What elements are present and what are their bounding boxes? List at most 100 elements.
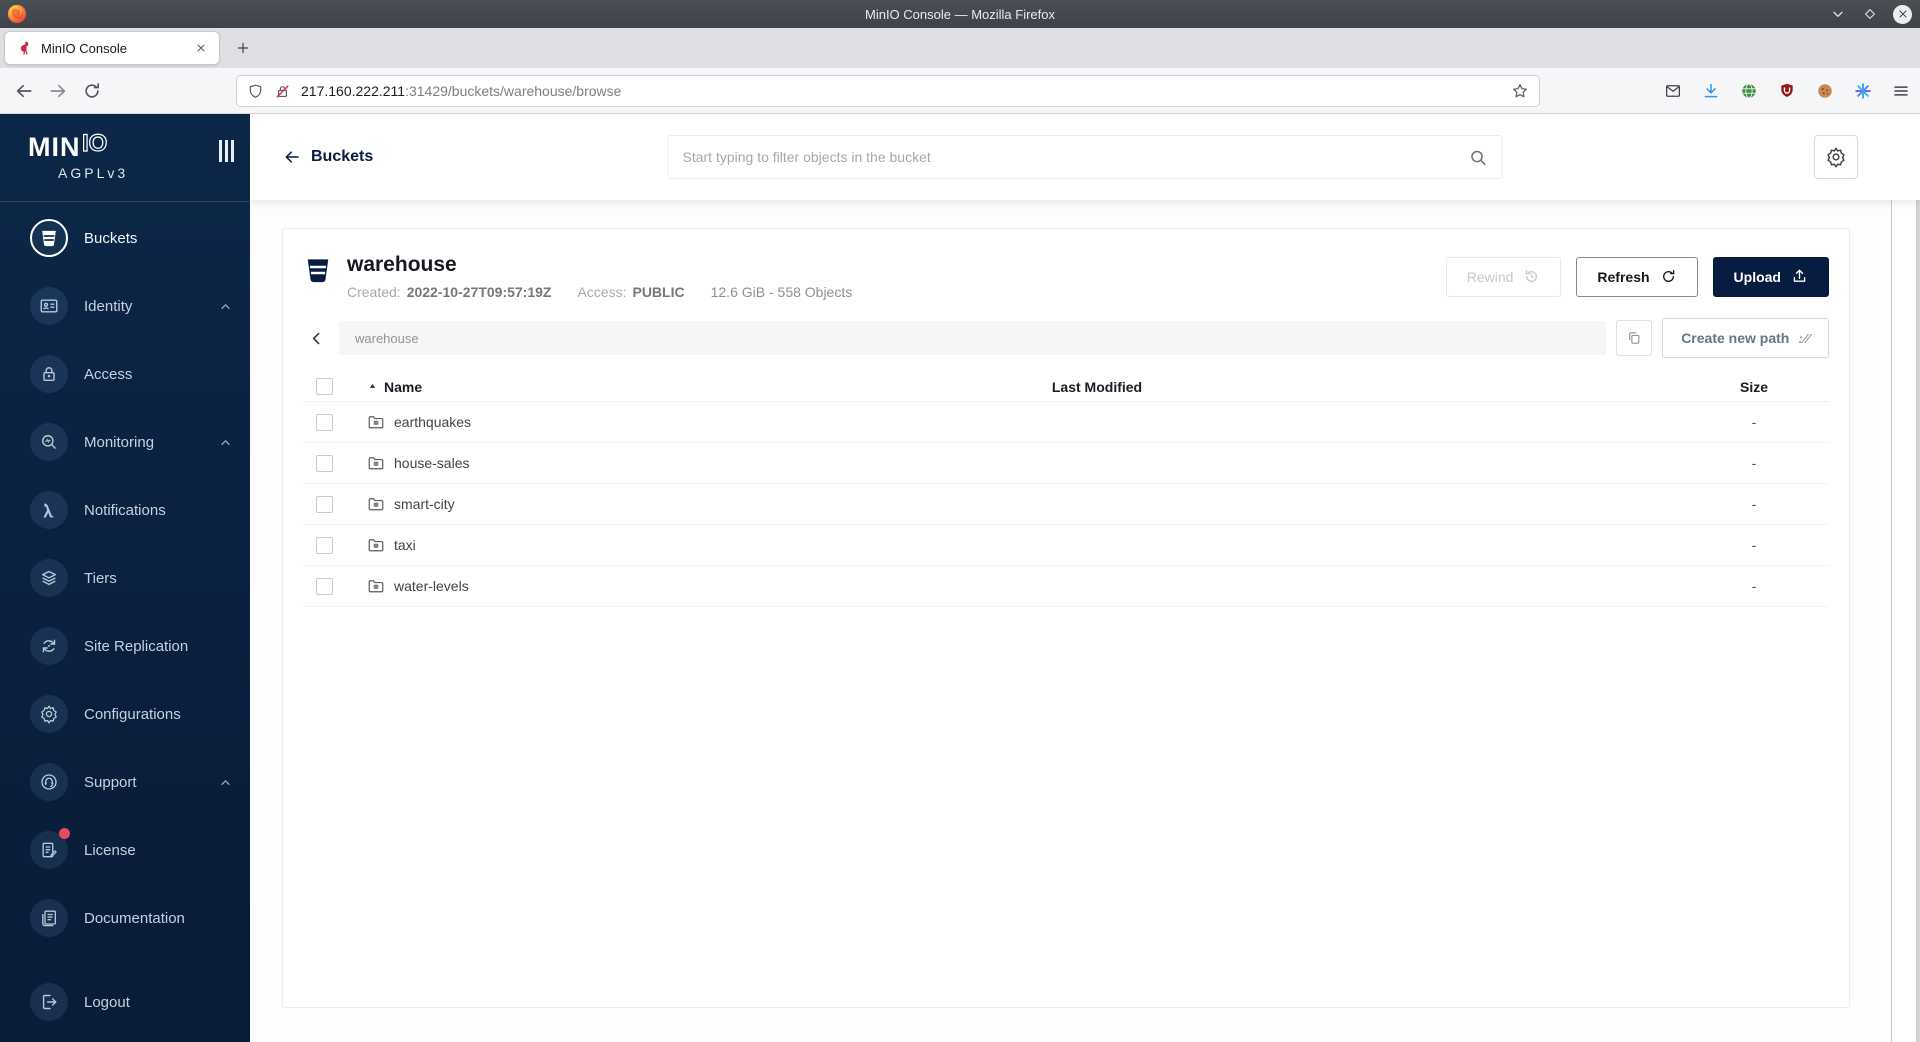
- chevron-up-icon[interactable]: [219, 436, 232, 449]
- sidebar-item-label: Notifications: [84, 501, 166, 519]
- sidebar-item-access[interactable]: Access: [0, 340, 250, 408]
- object-name[interactable]: house-sales: [394, 455, 470, 471]
- create-new-path-button[interactable]: Create new path :∕∕: [1662, 318, 1829, 359]
- new-tab-button[interactable]: [228, 33, 258, 63]
- object-size: -: [1751, 455, 1757, 472]
- path-slash-icon: :∕∕: [1798, 330, 1810, 346]
- select-all-checkbox[interactable]: [316, 378, 333, 396]
- browser-window: MinIO Console — Mozilla Firefox MinIO Co…: [0, 0, 1920, 1042]
- current-path[interactable]: warehouse: [339, 321, 1607, 356]
- sidebar-item-buckets[interactable]: Buckets: [0, 204, 250, 272]
- sidebar-item-label: Documentation: [84, 909, 185, 927]
- reload-button[interactable]: [82, 81, 102, 101]
- bucket-icon: [30, 219, 68, 257]
- downloads-icon[interactable]: [1702, 82, 1720, 100]
- sidebar-item-identity[interactable]: Identity: [0, 272, 250, 340]
- sort-ascending-icon: [367, 381, 378, 392]
- copy-icon: [1626, 330, 1642, 346]
- cookie-extension-icon[interactable]: [1816, 82, 1834, 100]
- filter-search-input[interactable]: [682, 149, 1469, 165]
- svg-text:IO: IO: [82, 130, 107, 156]
- page-header: Buckets: [250, 114, 1920, 200]
- lock-icon: [30, 355, 68, 393]
- table-row[interactable]: taxi -: [303, 525, 1829, 567]
- back-button[interactable]: [14, 81, 34, 101]
- sidebar-item-tiers[interactable]: Tiers: [0, 544, 250, 612]
- row-checkbox[interactable]: [316, 495, 333, 513]
- rewind-label: Rewind: [1466, 268, 1514, 285]
- back-to-buckets[interactable]: Buckets: [283, 114, 373, 200]
- sidebar-item-configurations[interactable]: Configurations: [0, 680, 250, 748]
- refresh-label: Refresh: [1597, 268, 1650, 285]
- chevron-up-icon[interactable]: [219, 300, 232, 313]
- chevron-up-icon[interactable]: [219, 776, 232, 789]
- sidebar-item-support[interactable]: Support: [0, 748, 250, 816]
- object-name[interactable]: earthquakes: [394, 414, 471, 430]
- sidebar-menu: Buckets Identity Access Monitoring Notif…: [0, 202, 250, 1036]
- sidebar-item-label: License: [84, 841, 136, 859]
- access-value: PUBLIC: [632, 284, 685, 301]
- content-area: warehouse Created: 2022-10-27T09:57:19Z A…: [250, 200, 1920, 1042]
- sidebar-item-license[interactable]: License: [0, 816, 250, 884]
- row-checkbox[interactable]: [316, 536, 333, 554]
- menu-hamburger-icon[interactable]: [1892, 82, 1910, 100]
- bucket-settings-button[interactable]: [1814, 135, 1858, 179]
- bookmark-star-icon[interactable]: [1511, 82, 1529, 100]
- navigation-toolbar: 217.160.222.211:31429/buckets/warehouse/…: [0, 68, 1920, 114]
- tab-minio-console[interactable]: MinIO Console: [4, 31, 220, 65]
- sidebar-item-documentation[interactable]: Documentation: [0, 884, 250, 952]
- rewind-button[interactable]: Rewind: [1445, 256, 1562, 297]
- sidebar-item-logout[interactable]: Logout: [0, 968, 250, 1036]
- path-back-button[interactable]: [303, 320, 329, 356]
- tab-close-icon[interactable]: [191, 38, 211, 58]
- minimize-button[interactable]: [1829, 5, 1847, 23]
- row-checkbox[interactable]: [316, 413, 333, 431]
- starburst-extension-icon[interactable]: [1854, 82, 1872, 100]
- tray-extension-icon[interactable]: [1664, 82, 1682, 100]
- upload-icon: [1791, 268, 1808, 285]
- globe-extension-icon[interactable]: [1740, 82, 1758, 100]
- table-row[interactable]: earthquakes -: [303, 402, 1829, 444]
- folder-icon: [367, 577, 385, 595]
- close-button[interactable]: [1893, 4, 1912, 24]
- url-bar[interactable]: 217.160.222.211:31429/buckets/warehouse/…: [236, 75, 1540, 107]
- ublock-extension-icon[interactable]: [1778, 82, 1796, 100]
- object-name[interactable]: water-levels: [394, 578, 469, 594]
- path-bar: warehouse Create new path :∕∕: [303, 318, 1829, 359]
- license-alert-badge: [59, 828, 70, 839]
- object-size: -: [1751, 578, 1757, 595]
- tab-strip: MinIO Console: [0, 28, 1920, 68]
- insecure-lock-icon[interactable]: [274, 83, 291, 100]
- created-value: 2022-10-27T09:57:19Z: [406, 284, 552, 301]
- refresh-button[interactable]: Refresh: [1576, 256, 1698, 297]
- upload-label: Upload: [1733, 268, 1781, 285]
- vertical-scrollbar[interactable]: [1891, 114, 1917, 1042]
- sidebar-item-label: Configurations: [84, 705, 181, 723]
- row-checkbox[interactable]: [316, 454, 333, 472]
- tracking-protection-shield-icon[interactable]: [247, 83, 264, 100]
- folder-icon: [367, 495, 385, 513]
- search-icon: [1469, 148, 1488, 167]
- url-path: :31429/buckets/warehouse/browse: [405, 83, 622, 99]
- gear-icon: [30, 695, 68, 733]
- maximize-button[interactable]: [1861, 5, 1879, 23]
- copy-path-button[interactable]: [1616, 320, 1653, 357]
- object-name[interactable]: taxi: [394, 537, 416, 553]
- table-row[interactable]: smart-city -: [303, 484, 1829, 526]
- table-row[interactable]: house-sales -: [303, 443, 1829, 485]
- sidebar-item-label: Access: [84, 365, 133, 383]
- sidebar-item-label: Support: [84, 773, 137, 791]
- sidebar-item-notifications[interactable]: Notifications: [0, 476, 250, 544]
- table-row[interactable]: water-levels -: [303, 566, 1829, 608]
- sidebar-item-monitoring[interactable]: Monitoring: [0, 408, 250, 476]
- object-name[interactable]: smart-city: [394, 496, 455, 512]
- back-arrow-icon: [283, 148, 301, 166]
- upload-button[interactable]: Upload: [1712, 256, 1829, 297]
- row-checkbox[interactable]: [316, 577, 333, 595]
- forward-button[interactable]: [48, 81, 68, 101]
- name-header-label: Name: [384, 378, 423, 395]
- create-path-label: Create new path: [1681, 330, 1790, 347]
- sidebar-item-site-replication[interactable]: Site Replication: [0, 612, 250, 680]
- name-column-header[interactable]: Name: [367, 379, 897, 395]
- sidebar-collapse-icon[interactable]: [219, 140, 234, 162]
